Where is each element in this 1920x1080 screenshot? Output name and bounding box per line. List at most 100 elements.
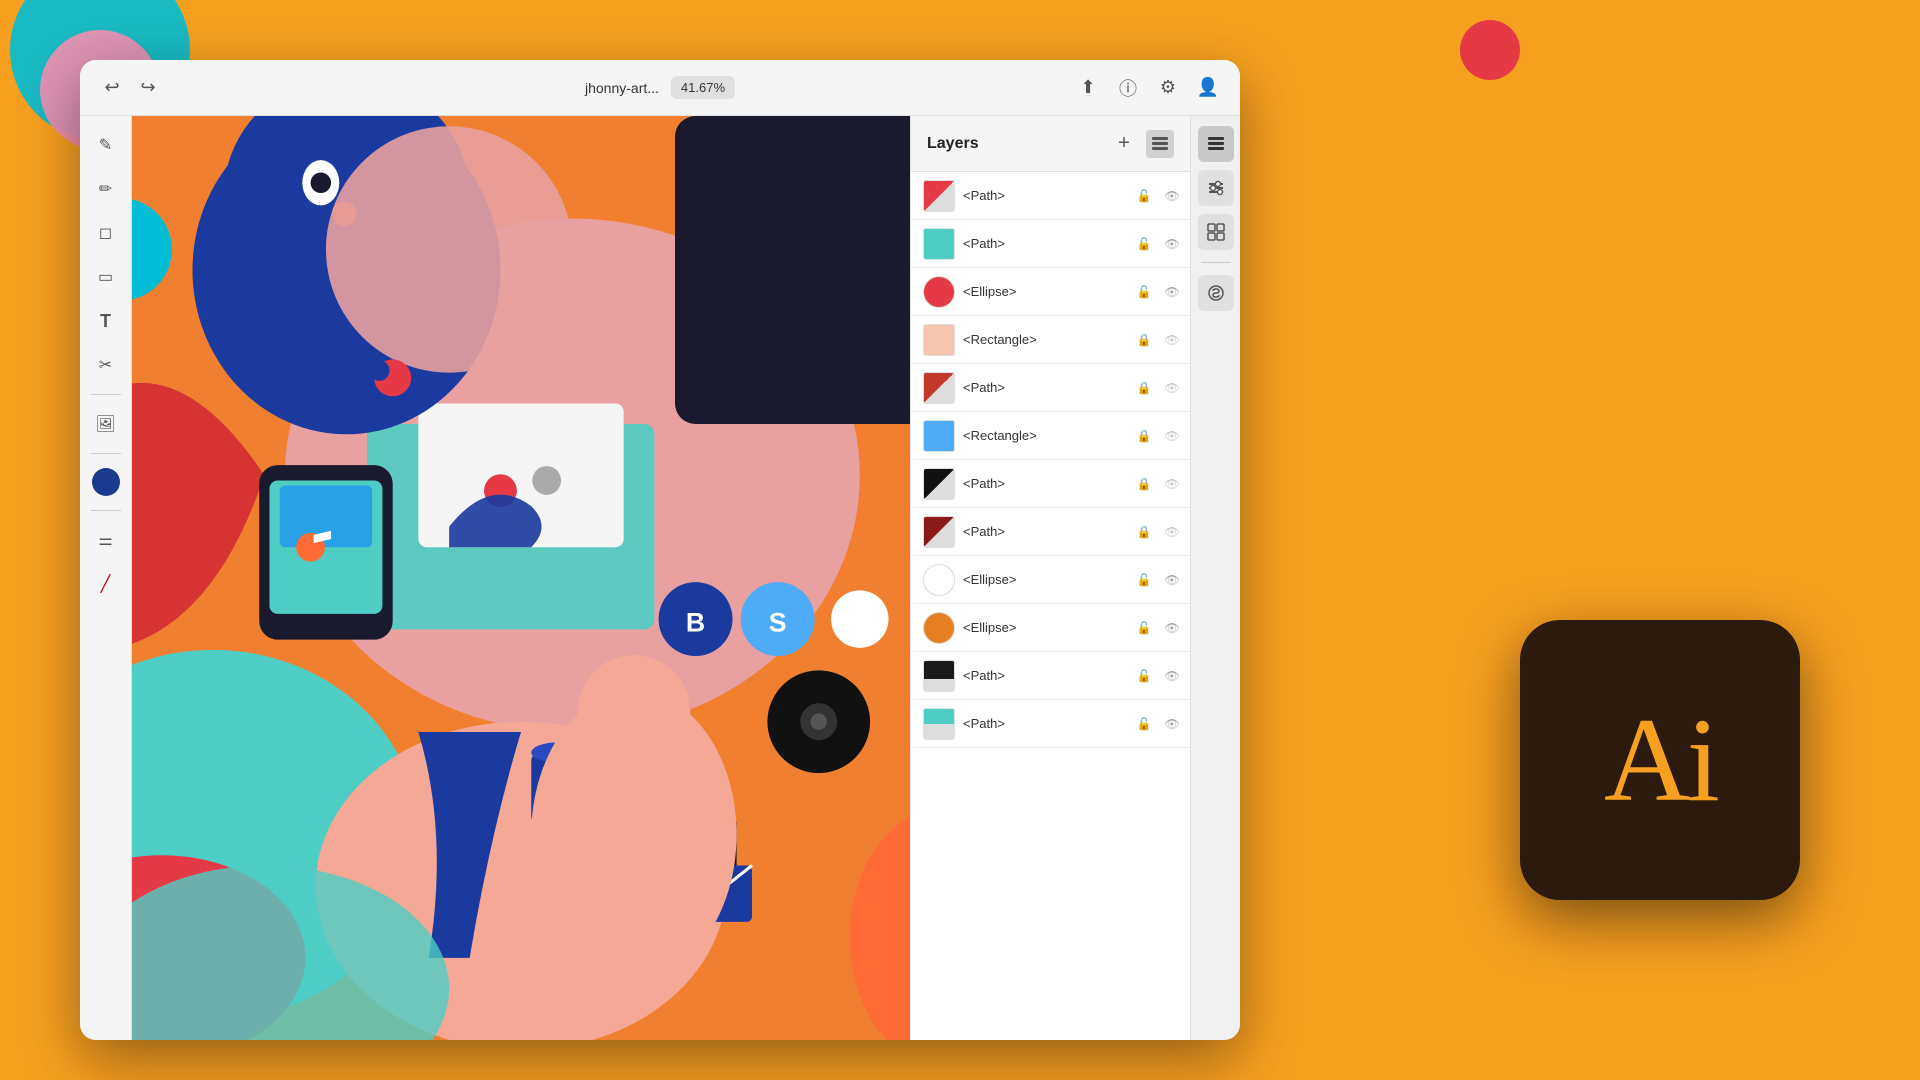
deco-small-red bbox=[1460, 20, 1520, 80]
left-toolbar: ✎ ✏ ◻ ▭ T ✂ 🖼 ⚌ ╱ bbox=[80, 116, 132, 1040]
document-title: jhonny-art... bbox=[585, 80, 659, 96]
image-tool[interactable]: 🖼 bbox=[87, 405, 125, 443]
visibility-icon[interactable]: 👁 bbox=[1162, 570, 1182, 590]
layer-thumbnail bbox=[923, 516, 955, 548]
redo-button[interactable]: ↪ bbox=[136, 76, 160, 100]
slice-tool[interactable]: ✂ bbox=[87, 346, 125, 384]
layer-name: <Path> bbox=[963, 668, 1126, 683]
layers-header: Layers + bbox=[911, 116, 1190, 172]
pencil-tool[interactable]: ✏ bbox=[87, 170, 125, 208]
visibility-icon[interactable]: 👁 bbox=[1162, 186, 1182, 206]
layer-name: <Rectangle> bbox=[963, 332, 1126, 347]
layer-thumbnail bbox=[923, 660, 955, 692]
visibility-icon[interactable]: 👁 bbox=[1162, 426, 1182, 446]
layer-item[interactable]: <Ellipse> 🔓 👁 bbox=[911, 604, 1190, 652]
text-tool[interactable]: T bbox=[87, 302, 125, 340]
share-icon[interactable]: ⬆ bbox=[1076, 76, 1100, 100]
brush-tool[interactable]: ╱ bbox=[87, 565, 125, 603]
toolbar-divider-1 bbox=[91, 394, 121, 395]
visibility-icon[interactable]: 👁 bbox=[1162, 378, 1182, 398]
layer-thumbnail bbox=[923, 708, 955, 740]
layer-item[interactable]: <Path> 🔓 👁 bbox=[911, 172, 1190, 220]
pen-tool[interactable]: ✎ bbox=[87, 126, 125, 164]
layer-name: <Path> bbox=[963, 380, 1126, 395]
adjust-tool[interactable]: ⚌ bbox=[87, 521, 125, 559]
settings-icon[interactable]: ⚙ bbox=[1156, 76, 1180, 100]
layer-name: <Path> bbox=[963, 188, 1126, 203]
visibility-icon[interactable]: 👁 bbox=[1162, 618, 1182, 638]
visibility-icon[interactable]: 👁 bbox=[1162, 522, 1182, 542]
lock-icon[interactable]: 🔓 bbox=[1134, 234, 1154, 254]
visibility-icon[interactable]: 👁 bbox=[1162, 234, 1182, 254]
layer-name: <Path> bbox=[963, 716, 1126, 731]
visibility-icon[interactable]: 👁 bbox=[1162, 282, 1182, 302]
rectangle-tool[interactable]: ▭ bbox=[87, 258, 125, 296]
toolbar-divider-3 bbox=[91, 510, 121, 511]
layer-name: <Ellipse> bbox=[963, 572, 1126, 587]
svg-text:S: S bbox=[769, 607, 787, 637]
main-content: ✎ ✏ ◻ ▭ T ✂ 🖼 ⚌ ╱ bbox=[80, 116, 1240, 1040]
layer-thumbnail bbox=[923, 372, 955, 404]
scene: ↩ ↪ jhonny-art... 41.67% ⬆ ⓘ ⚙ 👤 ✎ ✏ ◻ ▭… bbox=[0, 0, 1920, 1080]
top-bar-left: ↩ ↪ bbox=[100, 76, 160, 100]
lock-icon[interactable]: 🔓 bbox=[1134, 714, 1154, 734]
layer-item[interactable]: <Ellipse> 🔓 👁 bbox=[911, 268, 1190, 316]
layer-thumbnail bbox=[923, 564, 955, 596]
layer-item[interactable]: <Path> 🔒 👁 bbox=[911, 508, 1190, 556]
canvas-area[interactable]: B S bbox=[132, 116, 910, 1040]
cc-icon[interactable] bbox=[1198, 275, 1234, 311]
lock-icon[interactable]: 🔓 bbox=[1134, 570, 1154, 590]
layer-item[interactable]: <Path> 🔒 👁 bbox=[911, 364, 1190, 412]
lock-icon[interactable]: 🔓 bbox=[1134, 666, 1154, 686]
lock-icon[interactable]: 🔒 bbox=[1134, 378, 1154, 398]
layer-name: <Path> bbox=[963, 524, 1126, 539]
layers-icon[interactable] bbox=[1198, 126, 1234, 162]
lock-icon[interactable]: 🔒 bbox=[1134, 474, 1154, 494]
person-icon[interactable]: 👤 bbox=[1196, 76, 1220, 100]
color-swatch[interactable] bbox=[92, 468, 120, 496]
right-panel-divider bbox=[1201, 262, 1231, 263]
layer-thumbnail bbox=[923, 420, 955, 452]
right-panel-icons bbox=[1190, 116, 1240, 1040]
top-bar: ↩ ↪ jhonny-art... 41.67% ⬆ ⓘ ⚙ 👤 bbox=[80, 60, 1240, 116]
layer-name: <Path> bbox=[963, 476, 1126, 491]
artwork-svg: B S bbox=[132, 116, 910, 1040]
lock-icon[interactable]: 🔓 bbox=[1134, 186, 1154, 206]
layer-item[interactable]: <Rectangle> 🔒 👁 bbox=[911, 316, 1190, 364]
libraries-icon[interactable] bbox=[1198, 214, 1234, 250]
lock-icon[interactable]: 🔓 bbox=[1134, 282, 1154, 302]
help-icon[interactable]: ⓘ bbox=[1116, 76, 1140, 100]
lock-icon[interactable]: 🔒 bbox=[1134, 522, 1154, 542]
layer-thumbnail bbox=[923, 180, 955, 212]
lock-icon[interactable]: 🔒 bbox=[1134, 330, 1154, 350]
ai-logo: Ai bbox=[1520, 620, 1800, 900]
toolbar-divider-2 bbox=[91, 453, 121, 454]
svg-text:B: B bbox=[686, 607, 705, 637]
layer-item[interactable]: <Path> 🔒 👁 bbox=[911, 460, 1190, 508]
layers-list: <Path> 🔓 👁 <Path> 🔓 👁 <Ellipse bbox=[911, 172, 1190, 1040]
top-bar-actions: ⬆ ⓘ ⚙ 👤 bbox=[1076, 76, 1220, 100]
layer-item[interactable]: <Path> 🔓 👁 bbox=[911, 700, 1190, 748]
layer-thumbnail bbox=[923, 324, 955, 356]
visibility-icon[interactable]: 👁 bbox=[1162, 714, 1182, 734]
visibility-icon[interactable]: 👁 bbox=[1162, 474, 1182, 494]
layers-title: Layers bbox=[927, 135, 1102, 153]
undo-button[interactable]: ↩ bbox=[100, 76, 124, 100]
layer-item[interactable]: <Path> 🔓 👁 bbox=[911, 652, 1190, 700]
layer-name: <Rectangle> bbox=[963, 428, 1126, 443]
visibility-icon[interactable]: 👁 bbox=[1162, 666, 1182, 686]
layer-item[interactable]: <Rectangle> 🔒 👁 bbox=[911, 412, 1190, 460]
ai-logo-text: Ai bbox=[1604, 700, 1716, 820]
layer-thumbnail bbox=[923, 468, 955, 500]
layer-thumbnail bbox=[923, 228, 955, 260]
layer-item[interactable]: <Ellipse> 🔓 👁 bbox=[911, 556, 1190, 604]
lock-icon[interactable]: 🔓 bbox=[1134, 618, 1154, 638]
properties-icon[interactable] bbox=[1198, 170, 1234, 206]
zoom-level[interactable]: 41.67% bbox=[671, 76, 735, 99]
layers-panel-icon[interactable] bbox=[1146, 130, 1174, 158]
add-layer-button[interactable]: + bbox=[1110, 130, 1138, 158]
layer-item[interactable]: <Path> 🔓 👁 bbox=[911, 220, 1190, 268]
visibility-icon[interactable]: 👁 bbox=[1162, 330, 1182, 350]
eraser-tool[interactable]: ◻ bbox=[87, 214, 125, 252]
lock-icon[interactable]: 🔒 bbox=[1134, 426, 1154, 446]
